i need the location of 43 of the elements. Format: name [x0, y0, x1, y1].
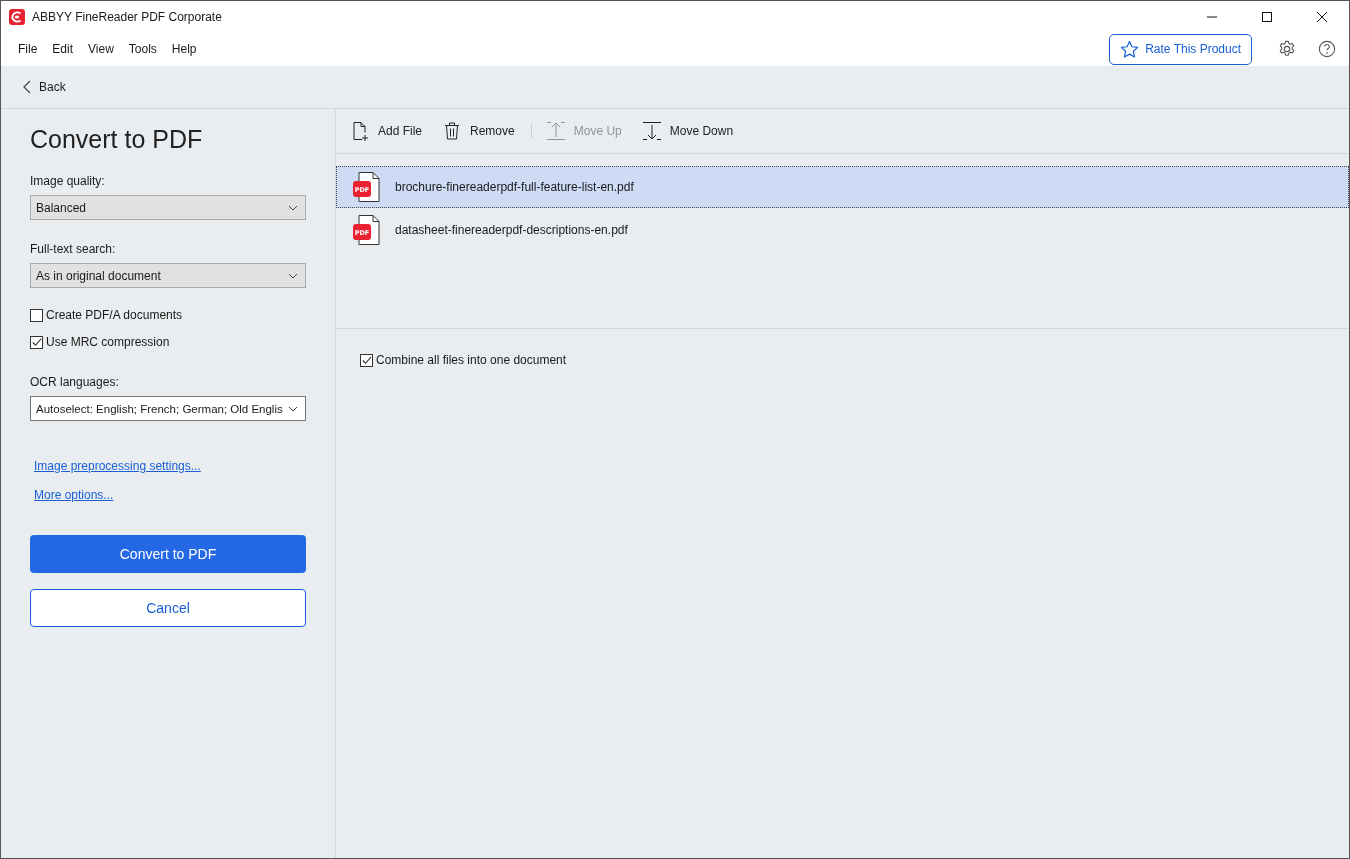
back-button[interactable]: Back — [23, 80, 66, 94]
file-name: datasheet-finereaderpdf-descriptions-en.pdf — [395, 223, 628, 237]
checkbox[interactable] — [30, 308, 43, 322]
field-label: OCR languages: — [30, 375, 120, 389]
cancel-button[interactable]: Cancel — [30, 589, 306, 627]
field-label: Image quality: — [30, 174, 106, 188]
field-label: Full-text search: — [30, 242, 117, 256]
star-icon — [1120, 39, 1140, 59]
toolbar-button[interactable]: Move Down — [637, 121, 738, 141]
dropdown[interactable]: Autoselect: English; French; German; Old Englis — [30, 396, 306, 421]
link[interactable]: Image preprocessing settings... — [34, 459, 201, 473]
maximize-icon[interactable] — [1262, 11, 1272, 22]
checkbox-label: Combine all files into one document — [376, 353, 567, 367]
toolbar-button[interactable]: Remove — [438, 121, 519, 141]
settings-icon[interactable] — [1278, 40, 1296, 58]
menu-item[interactable]: Help — [171, 42, 197, 56]
dropdown[interactable]: As in original document — [30, 263, 306, 288]
checkbox[interactable] — [30, 335, 43, 349]
checkbox-label: Use MRC compression — [46, 335, 170, 349]
window-title: ABBYY FineReader PDF Corporate — [32, 9, 222, 24]
help-icon[interactable] — [1318, 40, 1336, 58]
file-name: brochure-finereaderpdf-full-feature-list-en.pdf — [395, 180, 634, 194]
chevron-down-icon — [288, 405, 298, 412]
app-logo-icon — [9, 8, 25, 25]
chevron-down-icon — [288, 272, 298, 279]
add-file-icon — [350, 121, 370, 141]
rate-button[interactable]: Rate This Product — [1109, 33, 1252, 65]
chevron-left-icon — [23, 80, 31, 94]
chevron-down-icon — [288, 204, 298, 211]
menu-item[interactable]: View — [88, 42, 114, 56]
checkbox[interactable] — [360, 353, 373, 367]
menu-item[interactable]: Edit — [52, 42, 74, 56]
checkbox-label: Create PDF/A documents — [46, 308, 183, 322]
dropdown[interactable]: Balanced — [30, 195, 306, 220]
move-down-icon — [641, 121, 662, 141]
link[interactable]: More options... — [34, 488, 114, 502]
close-icon[interactable] — [1317, 11, 1327, 22]
menu-item[interactable]: File — [18, 42, 38, 56]
convert-button[interactable]: Convert to PDF — [30, 535, 306, 573]
move-up-icon — [545, 121, 566, 141]
menu-item[interactable]: Tools — [128, 42, 157, 56]
toolbar-button[interactable]: Add File — [346, 121, 427, 141]
panel-title: Convert to PDF — [30, 125, 204, 154]
